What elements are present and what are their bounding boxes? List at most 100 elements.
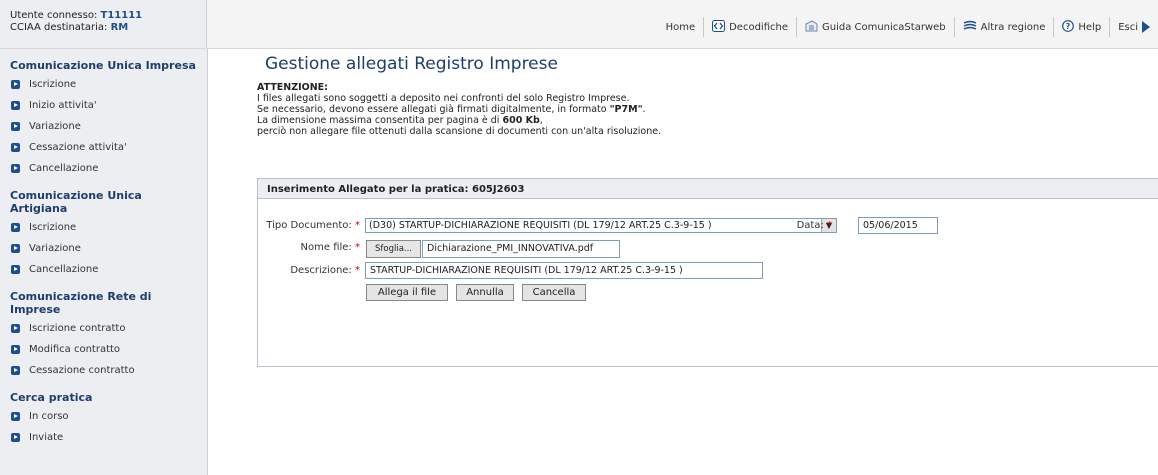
nav-home[interactable]: Home	[658, 17, 704, 37]
nav-altra-regione[interactable]: Altra regione	[953, 17, 1054, 37]
tipo-documento-label: Tipo Documento: *	[240, 220, 360, 231]
browse-button[interactable]: Sfoglia...	[366, 240, 421, 258]
sidebar-item-label: Cessazione contratto	[29, 365, 135, 376]
arrow-bullet-icon	[11, 324, 20, 333]
arrow-bullet-icon	[11, 244, 20, 253]
required-mark: *	[355, 242, 360, 253]
sidebar-section-impresa: Comunicazione Unica Impresa Iscrizione I…	[0, 55, 207, 179]
sidebar: Comunicazione Unica Impresa Iscrizione I…	[0, 49, 208, 475]
required-mark: *	[355, 265, 360, 276]
nav-esci-label: Esci	[1118, 21, 1138, 33]
nav-home-label: Home	[665, 21, 696, 33]
notice-format: "P7M"	[609, 104, 643, 115]
sidebar-item-inviate[interactable]: Inviate	[0, 427, 207, 448]
sidebar-item-modifica-contratto[interactable]: Modifica contratto	[0, 339, 207, 360]
sidebar-item-in-corso[interactable]: In corso	[0, 406, 207, 427]
sidebar-item-iscrizione-artigiana[interactable]: Iscrizione	[0, 217, 207, 238]
notice-heading: ATTENZIONE:	[257, 82, 328, 93]
sidebar-item-cancellazione-artigiana[interactable]: Cancellazione	[0, 259, 207, 280]
help-icon: ?	[1062, 19, 1075, 35]
required-mark: *	[355, 220, 360, 231]
notice-line-2-end: .	[642, 104, 646, 115]
sidebar-item-label: Inizio attivita'	[29, 100, 97, 111]
data-label: Data: *	[712, 220, 832, 231]
descrizione-input[interactable]: STARTUP-DICHIARAZIONE REQUISITI (DL 179/…	[365, 262, 763, 279]
sidebar-item-iscrizione[interactable]: Iscrizione	[0, 74, 207, 95]
sidebar-item-cessazione-attivita[interactable]: Cessazione attivita'	[0, 137, 207, 158]
descrizione-label-text: Descrizione:	[290, 265, 352, 276]
attach-file-button[interactable]: Allega il file	[366, 284, 448, 301]
top-navigation: Home Decodifiche Guida ComunicaStarweb A…	[658, 17, 1158, 37]
required-mark: *	[827, 220, 832, 231]
notice-line-2-text: Se necessario, devono essere allegati gi…	[257, 104, 610, 115]
sidebar-item-label: Cancellazione	[29, 264, 99, 275]
data-label-text: Data:	[796, 220, 824, 231]
sidebar-section-title: Comunicazione Rete di Imprese	[10, 290, 152, 316]
sidebar-item-label: Variazione	[29, 121, 81, 132]
svg-text:?: ?	[1066, 22, 1071, 31]
arrow-bullet-icon	[11, 265, 20, 274]
sidebar-item-variazione-artigiana[interactable]: Variazione	[0, 238, 207, 259]
notice-line-3-end: ,	[539, 115, 543, 126]
cciaa-value: RM	[110, 22, 129, 33]
arrow-bullet-icon	[11, 80, 20, 89]
arrow-bullet-icon	[11, 164, 20, 173]
decode-icon	[712, 19, 726, 35]
sidebar-section-title: Cerca pratica	[10, 391, 93, 404]
file-name-value: Dichiarazione_PMI_INNOVATIVA.pdf	[427, 243, 594, 254]
sidebar-item-variazione[interactable]: Variazione	[0, 116, 207, 137]
arrow-bullet-icon	[11, 345, 20, 354]
arrow-bullet-icon	[11, 366, 20, 375]
sidebar-item-label: Cessazione attivita'	[29, 142, 127, 153]
arrow-bullet-icon	[11, 223, 20, 232]
sidebar-item-inizio-attivita[interactable]: Inizio attivita'	[0, 95, 207, 116]
nav-decodifiche[interactable]: Decodifiche	[703, 17, 796, 37]
nav-guida[interactable]: Guida ComunicaStarweb	[795, 17, 954, 37]
user-line: Utente connesso: T11111	[10, 10, 206, 22]
exit-icon	[1142, 21, 1150, 33]
nav-esci[interactable]: Esci	[1109, 17, 1158, 37]
data-input[interactable]: 05/06/2015	[858, 217, 938, 234]
top-header: Utente connesso: T11111 CCIAA destinatar…	[0, 0, 1158, 49]
sidebar-item-label: Inviate	[29, 432, 64, 443]
file-name-field[interactable]: Dichiarazione_PMI_INNOVATIVA.pdf	[422, 240, 620, 258]
nav-decodifiche-label: Decodifiche	[729, 21, 788, 33]
notice-line-3-text: La dimensione massima consentita per pag…	[257, 115, 503, 126]
user-info-box: Utente connesso: T11111 CCIAA destinatar…	[0, 0, 207, 48]
cciaa-line: CCIAA destinataria: RM	[10, 22, 206, 34]
notice-line-1: I files allegati sono soggetti a deposit…	[257, 93, 630, 104]
attachment-panel: Inserimento Allegato per la pratica: 605…	[257, 178, 1158, 367]
user-label: Utente connesso:	[10, 10, 98, 21]
sidebar-item-cessazione-contratto[interactable]: Cessazione contratto	[0, 360, 207, 381]
cancel-button[interactable]: Annulla	[456, 284, 514, 301]
nome-file-label-text: Nome file:	[300, 242, 352, 253]
notice-line-4: perciò non allegare file ottenuti dalla …	[257, 126, 662, 137]
notice-line-2: Se necessario, devono essere allegati gi…	[257, 104, 661, 115]
tipo-documento-value: (D30) STARTUP-DICHIARAZIONE REQUISITI (D…	[369, 220, 712, 231]
arrow-bullet-icon	[11, 412, 20, 421]
arrow-bullet-icon	[11, 101, 20, 110]
descrizione-label: Descrizione: *	[240, 265, 360, 276]
descrizione-value: STARTUP-DICHIARAZIONE REQUISITI (DL 179/…	[370, 265, 683, 276]
tipo-documento-label-text: Tipo Documento:	[266, 220, 352, 231]
sidebar-item-label: Iscrizione contratto	[29, 323, 126, 334]
delete-button[interactable]: Cancella	[522, 284, 586, 301]
sidebar-section-title: Comunicazione Unica Impresa	[10, 59, 196, 72]
region-icon	[963, 20, 977, 35]
notice-size: 600 Kb	[502, 115, 540, 126]
sidebar-section-cerca-pratica: Cerca pratica In corso Inviate	[0, 387, 207, 448]
sidebar-item-cancellazione[interactable]: Cancellazione	[0, 158, 207, 179]
nav-help-label: Help	[1078, 21, 1102, 33]
nome-file-label: Nome file: *	[240, 242, 360, 253]
sidebar-item-iscrizione-contratto[interactable]: Iscrizione contratto	[0, 318, 207, 339]
nav-help[interactable]: ? Help	[1053, 17, 1109, 37]
guide-icon	[805, 19, 818, 35]
arrow-bullet-icon	[11, 122, 20, 131]
sidebar-section-artigiana: Comunicazione Unica Artigiana Iscrizione…	[0, 185, 207, 280]
sidebar-section-title: Comunicazione Unica Artigiana	[10, 189, 142, 215]
sidebar-item-label: Variazione	[29, 243, 81, 254]
data-value: 05/06/2015	[863, 220, 918, 231]
sidebar-item-label: Modifica contratto	[29, 344, 121, 355]
arrow-bullet-icon	[11, 433, 20, 442]
notice-line-3: La dimensione massima consentita per pag…	[257, 115, 661, 126]
